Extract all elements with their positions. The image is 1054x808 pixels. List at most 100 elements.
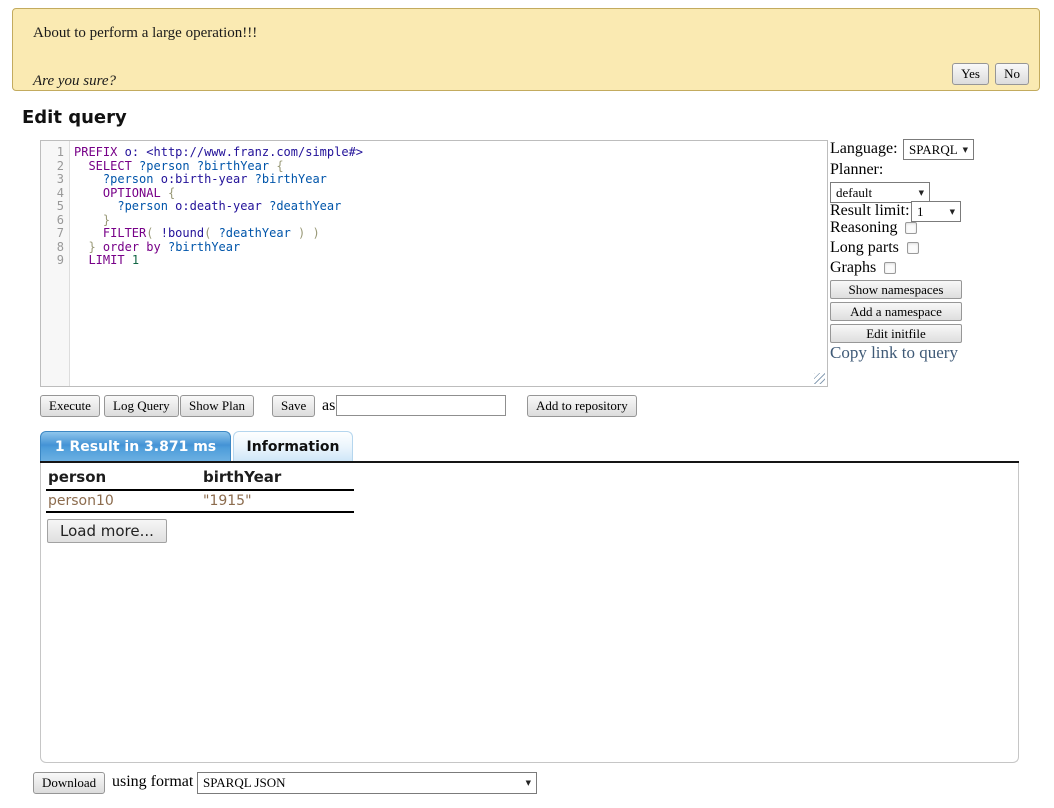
log-query-button[interactable]: Log Query [104,395,179,417]
column-header-birthyear[interactable]: birthYear [201,465,354,490]
code-line: SELECT ?person ?birthYear { [74,160,827,174]
download-format-select[interactable]: SPARQL JSON ▼ [197,772,537,794]
code-token: ?birthYear [168,240,240,254]
line-number: 7 [41,227,69,241]
code-token: ( [146,226,153,240]
code-token: PREFIX [74,145,117,159]
table-header-row: person birthYear [46,465,354,490]
code-token: } [88,240,95,254]
code-token [247,172,254,186]
code-line: OPTIONAL { [74,187,827,201]
cell-person[interactable]: person10 [46,490,201,512]
long-parts-label: Long parts [830,239,899,257]
no-button[interactable]: No [995,63,1029,85]
code-token: } [103,213,110,227]
code-token: ?deathYear [219,226,291,240]
line-number: 2 [41,160,69,174]
code-token: order [103,240,139,254]
copy-link-to-query-link[interactable]: Copy link to query [830,343,958,363]
language-select[interactable]: SPARQL ▼ [903,139,974,160]
show-plan-button[interactable]: Show Plan [180,395,254,417]
code-token [74,159,88,173]
load-more-button[interactable]: Load more... [47,519,167,543]
code-token: LIMIT [88,253,124,267]
code-token: { [276,159,283,173]
result-limit-label: Result limit: [830,202,910,220]
yes-button[interactable]: Yes [952,63,989,85]
planner-select[interactable]: default ▼ [830,182,930,203]
code-token [190,159,197,173]
code-token [96,240,103,254]
code-line: LIMIT 1 [74,254,827,268]
table-row: person10 "1915" [46,490,354,512]
planner-select-value: default [836,185,872,201]
code-token: by [146,240,160,254]
code-token [153,172,160,186]
code-token: o: [125,145,139,159]
code-token [74,240,88,254]
banner-message: About to perform a large operation!!! [33,25,257,42]
line-number: 1 [41,146,69,160]
line-number: 4 [41,187,69,201]
query-editor[interactable]: 123456789 PREFIX o: <http://www.franz.co… [40,140,828,387]
code-token: ?deathYear [269,199,341,213]
results-panel: person birthYear person10 "1915" Load mo… [40,463,1019,763]
save-name-input[interactable] [336,395,506,416]
reasoning-checkbox[interactable] [905,222,917,234]
graphs-label: Graphs [830,259,876,277]
sparql-query-page: About to perform a large operation!!! Ar… [0,0,1054,808]
long-parts-checkbox[interactable] [907,242,919,254]
code-line: ?person o:death-year ?deathYear [74,200,827,214]
large-operation-banner: About to perform a large operation!!! Ar… [12,8,1040,91]
add-to-repository-button[interactable]: Add to repository [527,395,637,417]
dropdown-arrow-icon: ▼ [950,208,955,216]
code-token [74,253,88,267]
code-token: ?birthYear [255,172,327,186]
code-token [211,226,218,240]
tab-information-label: Information [247,439,340,455]
result-limit-select[interactable]: 1 ▼ [911,201,961,222]
save-button[interactable]: Save [272,395,315,417]
code-token: o:birth-year [161,172,248,186]
code-token: { [168,186,175,200]
show-namespaces-button[interactable]: Show namespaces [830,280,962,299]
save-as-label: as [322,397,335,415]
tab-results-label: 1 Result in 3.871 ms [55,439,216,455]
tab-information[interactable]: Information [233,431,353,461]
code-line: PREFIX o: <http://www.franz.com/simple#> [74,146,827,160]
code-token: ?person [103,172,154,186]
tab-results[interactable]: 1 Result in 3.871 ms [40,431,231,461]
graphs-checkbox[interactable] [884,262,896,274]
code-token [291,226,298,240]
editor-code[interactable]: PREFIX o: <http://www.franz.com/simple#>… [70,141,827,386]
code-token: <http://www.franz.com/simple#> [146,145,363,159]
line-number: 9 [41,254,69,268]
column-header-person[interactable]: person [46,465,201,490]
code-token [125,253,132,267]
code-token: o:death-year [175,199,262,213]
code-token [74,186,103,200]
edit-initfile-button[interactable]: Edit initfile [830,324,962,343]
resize-handle-icon[interactable] [814,373,825,384]
code-token [74,199,117,213]
line-number: 5 [41,200,69,214]
using-format-label: using format [112,773,193,791]
code-line: } [74,214,827,228]
line-number: 3 [41,173,69,187]
execute-button[interactable]: Execute [40,395,100,417]
code-token: !bound [161,226,204,240]
cell-birthyear: "1915" [201,490,354,512]
code-token: FILTER [103,226,146,240]
banner-question: Are you sure? [33,73,116,90]
add-namespace-button[interactable]: Add a namespace [830,302,962,321]
code-token: ?person [139,159,190,173]
download-button[interactable]: Download [33,772,105,794]
code-token [161,186,168,200]
language-select-value: SPARQL [909,142,958,158]
code-token [161,240,168,254]
result-limit-select-value: 1 [917,204,924,220]
reasoning-label: Reasoning [830,219,898,237]
code-line: FILTER( !bound( ?deathYear ) ) [74,227,827,241]
code-token: ) [313,226,320,240]
code-token [305,226,312,240]
